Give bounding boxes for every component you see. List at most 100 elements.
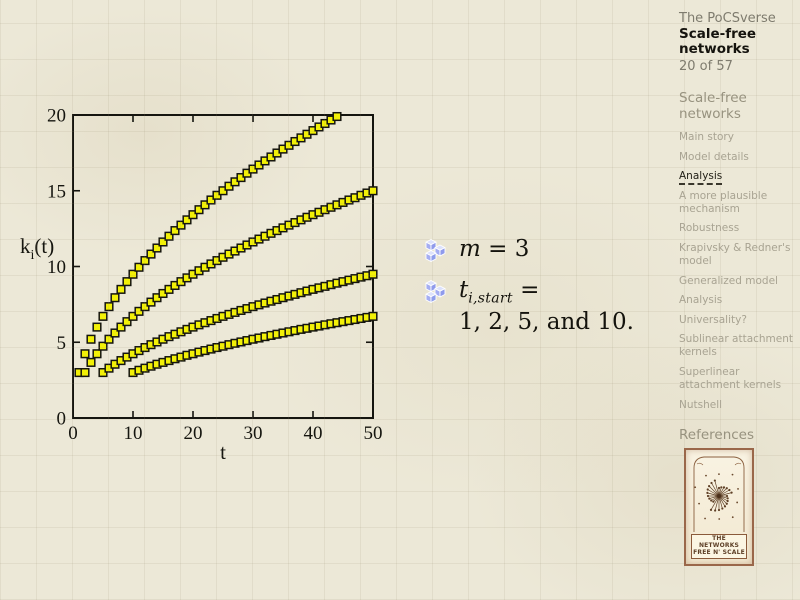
network-node (712, 501, 714, 503)
network-node (714, 509, 716, 511)
sidebar-item-sublinear-attachment-kernels[interactable]: Sublinear attachment kernels (679, 333, 793, 360)
network-node (707, 488, 709, 490)
y-tick-label: 10 (47, 257, 66, 278)
y-tick-label: 15 (47, 181, 66, 202)
cubes-icon (424, 280, 448, 336)
marker (369, 187, 377, 195)
sidebar-item-superlinear-attachment-kernels[interactable]: Superlinear attachment kernels (679, 366, 793, 393)
sidebar-item-a-more-plausible-mechanism[interactable]: A more plausible mechanism (679, 190, 793, 217)
network-node (737, 488, 739, 490)
bullet-m: m = 3 (424, 236, 674, 268)
network-node (710, 482, 712, 484)
math-var-t: t (459, 277, 468, 303)
math-var-m: m (459, 236, 481, 262)
network-stamp-image[interactable]: THE NETWORKS FREE N' SCALE (684, 448, 754, 566)
sidebar-item-label[interactable]: Nutshell (679, 399, 722, 411)
sidebar: The PoCSverse Scale-free networks 20 of … (679, 12, 793, 443)
network-node (710, 499, 712, 501)
network-node (704, 518, 706, 520)
bullet-tstart: ti,start = 1, 2, 5, and 10. (424, 277, 674, 336)
network-node (726, 495, 728, 497)
marker (111, 294, 119, 302)
math-values-line: 1, 2, 5, and 10. (459, 309, 634, 336)
math-eq-t: = (520, 277, 539, 303)
sidebar-item-label[interactable]: Krapivsky & Redner's model (679, 242, 790, 267)
network-node (718, 509, 720, 511)
marker (117, 286, 125, 294)
section-title[interactable]: Scale-free networks (679, 91, 765, 122)
corner-flourish (697, 463, 741, 465)
sidebar-item-label[interactable]: Analysis (679, 170, 722, 185)
network-node (732, 516, 734, 518)
network-sketch (688, 452, 750, 544)
network-node (736, 502, 738, 504)
sidebar-item-label[interactable]: Model details (679, 151, 749, 163)
sidebar-item-label[interactable]: Sublinear attachment kernels (679, 333, 793, 358)
y-tick-label: 0 (57, 409, 67, 430)
network-node (710, 509, 712, 511)
network-node (727, 500, 729, 502)
sidebar-item-label[interactable]: Universality? (679, 314, 747, 326)
x-tick-label: 50 (364, 423, 383, 444)
sidebar-item-universality[interactable]: Universality? (679, 314, 793, 327)
marker (99, 313, 107, 321)
sidebar-item-main-story[interactable]: Main story (679, 131, 793, 144)
sidebar-item-label[interactable]: Superlinear attachment kernels (679, 366, 781, 391)
sidebar-item-label[interactable]: Main story (679, 131, 734, 143)
bullet-list: m = 3 ti,start = 1, 2, 5, and (424, 236, 674, 345)
sidebar-item-model-details[interactable]: Model details (679, 151, 793, 164)
x-tick-label: 0 (68, 423, 78, 444)
sidebar-item-analysis[interactable]: Analysis (679, 294, 793, 307)
deck-title: Scale-free networks (679, 27, 765, 57)
network-node (721, 507, 723, 509)
network-node (724, 505, 726, 507)
sidebar-item-analysis[interactable]: Analysis (679, 170, 793, 183)
x-tick-label: 30 (244, 423, 263, 444)
x-tick-label: 10 (124, 423, 143, 444)
network-node (728, 489, 730, 491)
sidebar-item-label[interactable]: Robustness (679, 222, 739, 234)
marker (93, 323, 101, 331)
network-node (706, 492, 708, 494)
y-tick-label: 5 (57, 333, 67, 354)
sidebar-item-robustness[interactable]: Robustness (679, 222, 793, 235)
network-node (708, 485, 710, 487)
network-node (730, 492, 732, 494)
network-node (718, 487, 720, 489)
sidebar-item-label[interactable]: Generalized model (679, 275, 778, 287)
marker (81, 350, 89, 358)
network-node (694, 486, 696, 488)
network-node (708, 497, 710, 499)
sidebar-item-krapivsky-redner-s-model[interactable]: Krapivsky & Redner's model (679, 242, 793, 269)
marker (87, 359, 95, 367)
marker (105, 303, 113, 311)
plot-box (73, 115, 373, 418)
marker (369, 313, 377, 321)
network-node (707, 495, 709, 497)
math-eq-m: = 3 (488, 236, 529, 262)
network-hub (694, 473, 739, 520)
sidebar-item-references[interactable]: References (679, 427, 793, 443)
network-node (727, 497, 729, 499)
axis-ticks (73, 115, 373, 418)
slide: 0102030405005101520ki(t)t m = 3 (0, 0, 800, 600)
network-node (718, 518, 720, 520)
tick-labels: 0102030405005101520 (47, 106, 383, 445)
marker (333, 113, 341, 121)
cubes-icon (424, 239, 448, 268)
marker (369, 270, 377, 278)
x-tick-label: 40 (304, 423, 323, 444)
sidebar-item-generalized-model[interactable]: Generalized model (679, 275, 793, 288)
math-sub-istart: i,start (468, 291, 513, 307)
sidebar-item-nutshell[interactable]: Nutshell (679, 399, 793, 412)
network-node (723, 486, 725, 488)
series-tstart-10 (129, 313, 377, 377)
sidebar-nav: Main story Model details Analysis A more pl… (679, 131, 793, 412)
network-center-node (717, 494, 721, 498)
network-node (714, 479, 716, 481)
sidebar-item-label[interactable]: A more plausible mechanism (679, 190, 767, 215)
stamp-caption: THE NETWORKS FREE N' SCALE (691, 534, 747, 559)
bullet-tstart-text: ti,start = 1, 2, 5, and 10. (459, 277, 634, 336)
network-node (732, 474, 734, 476)
sidebar-item-label[interactable]: Analysis (679, 294, 722, 306)
